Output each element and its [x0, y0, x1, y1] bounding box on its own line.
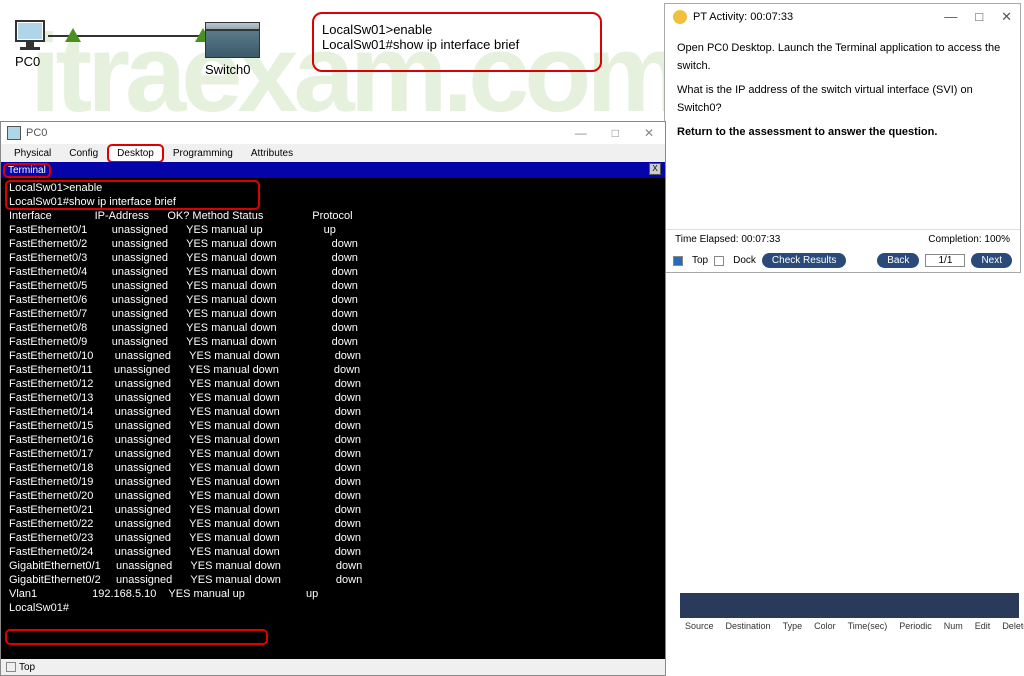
pc0-device[interactable]: PC0 [15, 20, 45, 69]
column-periodic[interactable]: Periodic [899, 621, 932, 631]
column-destination[interactable]: Destination [726, 621, 771, 631]
top-checkbox-label: Top [19, 662, 35, 673]
pt-instructions: Open PC0 Desktop. Launch the Terminal ap… [665, 29, 1020, 229]
close-button[interactable]: ✕ [639, 126, 659, 140]
instruction-callout: LocalSw01>enable LocalSw01#show ip inter… [312, 12, 602, 72]
switch0-label: Switch0 [205, 62, 260, 77]
pt-activity-window: PT Activity: 00:07:33 — □ ✕ Open PC0 Des… [664, 3, 1021, 273]
top-checkbox[interactable] [673, 256, 683, 266]
top-label: Top [692, 255, 708, 266]
pc0-label: PC0 [15, 54, 45, 69]
instruction-line1: LocalSw01>enable [322, 22, 592, 37]
next-button[interactable]: Next [971, 253, 1012, 268]
switch-icon [205, 30, 260, 58]
pt-buttons-row: Top Dock Check Results Back Next [665, 249, 1020, 272]
pc-icon [15, 20, 45, 42]
topology-area: PC0 Switch0 [5, 5, 305, 115]
terminal-label: Terminal [3, 163, 51, 178]
back-button[interactable]: Back [877, 253, 919, 268]
column-num[interactable]: Num [944, 621, 963, 631]
event-columns: Source Destination Type Color Time(sec) Perio… [680, 618, 1019, 633]
terminal-close-button[interactable]: X [649, 163, 661, 175]
column-color[interactable]: Color [814, 621, 836, 631]
pt-maximize-button[interactable]: □ [975, 9, 983, 25]
column-time(sec)[interactable]: Time(sec) [848, 621, 888, 631]
window-titlebar[interactable]: PC0 — □ ✕ [1, 122, 665, 144]
pt-status-row: Time Elapsed: 00:07:33 Completion: 100% [665, 229, 1020, 249]
pt-minimize-button[interactable]: — [944, 9, 957, 25]
tab-programming[interactable]: Programming [164, 145, 242, 162]
pt-line1: Open PC0 Desktop. Launch the Terminal ap… [677, 39, 1008, 75]
column-source[interactable]: Source [685, 621, 714, 631]
pc-window-icon [7, 126, 21, 140]
instruction-line2: LocalSw01#show ip interface brief [322, 37, 592, 52]
tab-desktop[interactable]: Desktop [107, 144, 164, 163]
column-delete[interactable]: Delete [1002, 621, 1024, 631]
time-elapsed: Time Elapsed: 00:07:33 [675, 234, 780, 245]
pc0-window: PC0 — □ ✕ Physical Config Desktop Progra… [0, 121, 666, 676]
terminal-output[interactable]: LocalSw01>enable LocalSw01#show ip inter… [1, 178, 665, 659]
switch0-device[interactable]: Switch0 [205, 30, 260, 77]
tab-config[interactable]: Config [60, 145, 107, 162]
pt-line2: What is the IP address of the switch vir… [677, 81, 1008, 117]
terminal-titlebar: Terminal X [1, 162, 665, 178]
page-input[interactable] [925, 254, 965, 267]
bottom-bar: Top [1, 659, 665, 675]
minimize-button[interactable]: — [570, 126, 592, 140]
check-results-button[interactable]: Check Results [762, 253, 846, 268]
window-title: PC0 [26, 127, 47, 139]
column-edit[interactable]: Edit [975, 621, 991, 631]
highlight-vlan1 [5, 629, 268, 645]
pt-titlebar[interactable]: PT Activity: 00:07:33 — □ ✕ [665, 4, 1020, 29]
dock-checkbox[interactable] [714, 256, 724, 266]
completion: Completion: 100% [928, 234, 1010, 245]
dock-label: Dock [733, 255, 756, 266]
event-list-bar [680, 593, 1019, 618]
tab-physical[interactable]: Physical [5, 145, 60, 162]
top-checkbox[interactable] [6, 662, 16, 672]
tabs-row: Physical Config Desktop Programming Attr… [1, 144, 665, 162]
pt-close-button[interactable]: ✕ [1001, 9, 1012, 25]
link-status-icon [65, 28, 81, 42]
column-type[interactable]: Type [783, 621, 803, 631]
pt-line3: Return to the assessment to answer the q… [677, 123, 1008, 141]
maximize-button[interactable]: □ [607, 126, 624, 140]
pt-window-title: PT Activity: 00:07:33 [693, 11, 793, 23]
pt-activity-icon [673, 10, 687, 24]
tab-attributes[interactable]: Attributes [242, 145, 302, 162]
